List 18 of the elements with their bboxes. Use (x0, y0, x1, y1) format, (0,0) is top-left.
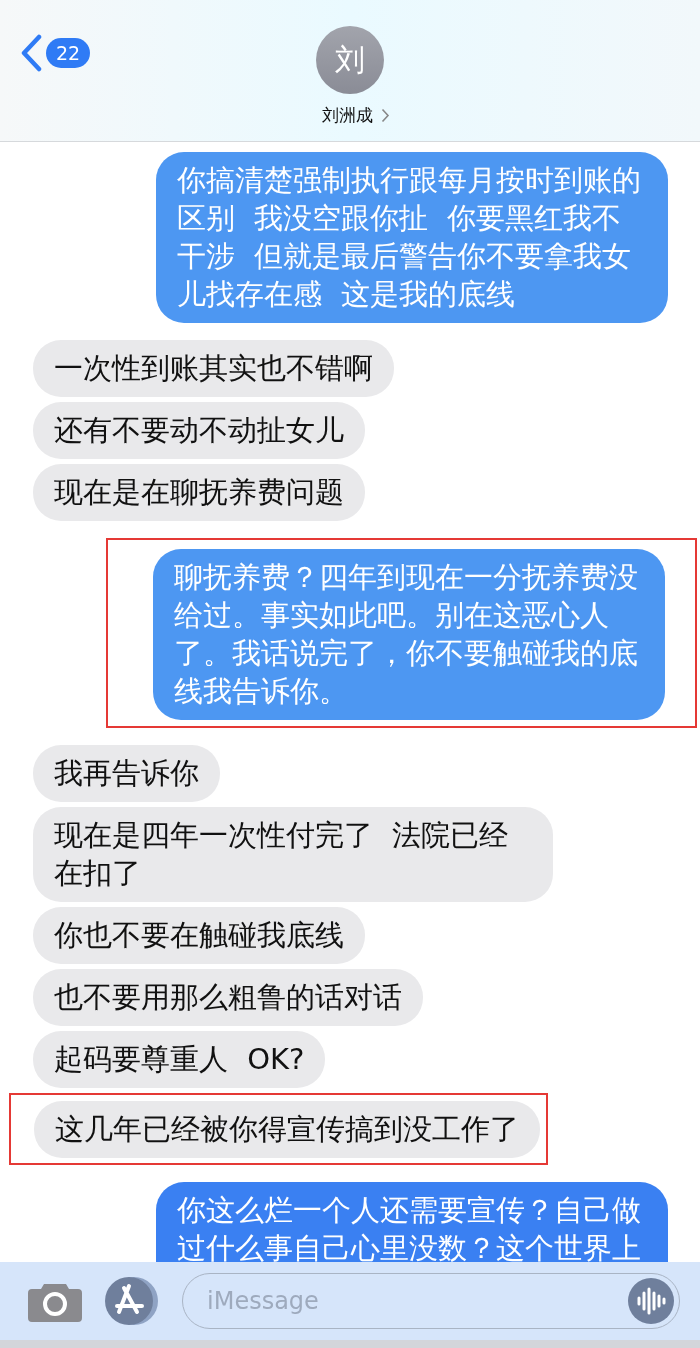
sent-message-bubble: 你搞清楚强制执行跟每月按时到账的区别 我没空跟你扯 你要黑红我不干涉 但就是最后警告你不要拿我女儿找存在感 这是我的底线 (156, 152, 668, 323)
voice-waveform-icon[interactable] (628, 1278, 674, 1324)
message-input-field[interactable]: iMessage (205, 1286, 628, 1316)
received-message-bubble: 还有不要动不动扯女儿 (33, 402, 365, 459)
contact-avatar[interactable]: 刘 (316, 26, 384, 94)
received-message-bubble: 现在是四年一次性付完了 法院已经在扣了 (33, 807, 553, 902)
back-icon[interactable] (20, 34, 42, 72)
unread-count-badge[interactable]: 22 (46, 38, 91, 68)
received-message-bubble: 我再告诉你 (33, 745, 220, 802)
sent-message-bubble: 聊抚养费？四年到现在一分抚养费没给过。事实如此吧。别在这恶心人了。我话说完了，你不要触碰我的底线我告诉你。 (153, 549, 665, 720)
received-message-bubble: 这几年已经被你得宣传搞到没工作了 (34, 1101, 540, 1158)
received-message-bubble: 起码要尊重人 OK? (33, 1031, 326, 1088)
received-message-bubble: 现在是在聊抚养费问题 (33, 464, 365, 521)
received-message-bubble: 你也不要在触碰我底线 (33, 907, 365, 964)
chevron-icon[interactable] (381, 108, 390, 123)
contact-name[interactable]: 刘洲成 (322, 104, 373, 127)
received-message-bubble: 一次性到账其实也不错啊 (33, 340, 394, 397)
received-message-bubble: 也不要用那么粗鲁的话对话 (33, 969, 423, 1026)
